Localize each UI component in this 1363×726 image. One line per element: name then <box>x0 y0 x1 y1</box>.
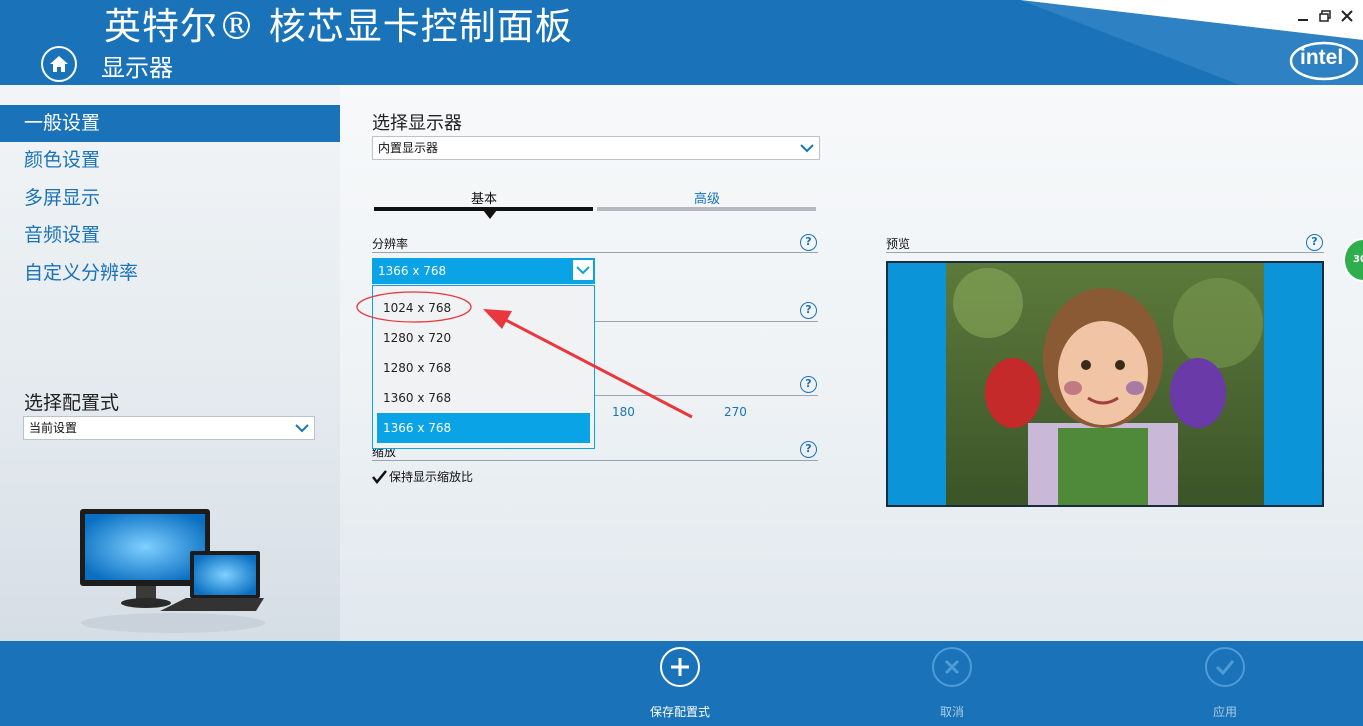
profile-select[interactable]: 当前设置 <box>23 416 315 440</box>
cancel-button[interactable]: 取消 <box>892 647 1012 723</box>
close-icon <box>944 659 960 675</box>
cancel-label: 取消 <box>939 705 964 719</box>
save-profile-label: 保存配置式 <box>649 705 710 719</box>
annotation-arrow <box>356 291 693 419</box>
app-title: 英特尔® 核芯显卡控制面板 <box>104 5 573 48</box>
preview-divider <box>886 252 1324 253</box>
sidebar-item-custom-resolution[interactable]: 自定义分辨率 <box>0 255 340 292</box>
preview-image <box>886 261 1324 507</box>
checkmark-icon <box>372 469 387 484</box>
chevron-down-icon <box>295 424 309 433</box>
rotation-help-icon[interactable]: ? <box>800 376 817 393</box>
scaling-divider <box>372 460 818 461</box>
title-bar: 英特尔® 核芯显卡控制面板 显示器 intel <box>0 0 1363 85</box>
intel-logo: intel <box>1288 38 1360 82</box>
checkmark-icon <box>1215 660 1235 676</box>
display-select[interactable]: 内置显示器 <box>372 136 820 160</box>
select-display-label: 选择显示器 <box>372 113 462 134</box>
close-icon <box>1341 10 1353 22</box>
tab-advanced[interactable]: 高级 <box>694 188 720 207</box>
restore-button[interactable] <box>1315 6 1335 26</box>
save-profile-button[interactable]: 保存配置式 <box>620 647 740 723</box>
minimize-button[interactable] <box>1293 6 1313 26</box>
preview-label: 预览 <box>886 237 911 251</box>
intel-logo-text: intel <box>1300 46 1344 69</box>
tab-advanced-underline <box>597 207 816 211</box>
close-button[interactable] <box>1337 6 1357 26</box>
display-select-value: 内置显示器 <box>378 141 439 155</box>
tab-basic[interactable]: 基本 <box>471 188 497 207</box>
sidebar: 一般设置 颜色设置 多屏显示 音频设置 自定义分辨率 选择配置式 当前设置 <box>0 85 340 641</box>
scaling-help-icon[interactable]: ? <box>800 441 817 458</box>
sidebar-item-multi-display[interactable]: 多屏显示 <box>0 180 340 217</box>
keep-ratio-checkbox[interactable]: 保持显示缩放比 <box>372 467 473 485</box>
keep-ratio-label: 保持显示缩放比 <box>389 469 474 484</box>
sidebar-item-audio[interactable]: 音频设置 <box>0 217 340 254</box>
chevron-down-icon <box>800 144 814 153</box>
home-button[interactable] <box>41 46 77 82</box>
footer-bar: 保存配置式 取消 应用 <box>0 641 1363 726</box>
refresh-help-icon[interactable]: ? <box>800 302 817 319</box>
sidebar-item-color[interactable]: 颜色设置 <box>0 142 340 179</box>
minimize-icon <box>1298 19 1308 21</box>
resolution-divider <box>372 252 818 253</box>
plus-icon <box>671 658 689 676</box>
preview-photo <box>888 263 1322 505</box>
section-title: 显示器 <box>101 54 173 82</box>
preview-help-icon[interactable]: ? <box>1306 234 1323 251</box>
restore-icon <box>1319 10 1331 22</box>
resolution-label: 分辨率 <box>372 237 409 251</box>
sidebar-item-general[interactable]: 一般设置 <box>0 105 340 142</box>
monitor-laptop-illustration <box>80 509 265 633</box>
home-icon <box>50 56 68 72</box>
profile-select-value: 当前设置 <box>29 421 78 435</box>
profile-label: 选择配置式 <box>24 392 120 414</box>
resolution-help-icon[interactable]: ? <box>800 234 817 251</box>
main-panel: 选择显示器 内置显示器 基本 高级 分辨率 ? ? ? 180 270 缩放 ?… <box>340 85 1363 641</box>
rotation-option-270[interactable]: 270 <box>724 405 747 419</box>
apply-label: 应用 <box>1212 705 1237 719</box>
apply-button[interactable]: 应用 <box>1165 647 1285 723</box>
tab-active-pointer <box>483 210 497 219</box>
